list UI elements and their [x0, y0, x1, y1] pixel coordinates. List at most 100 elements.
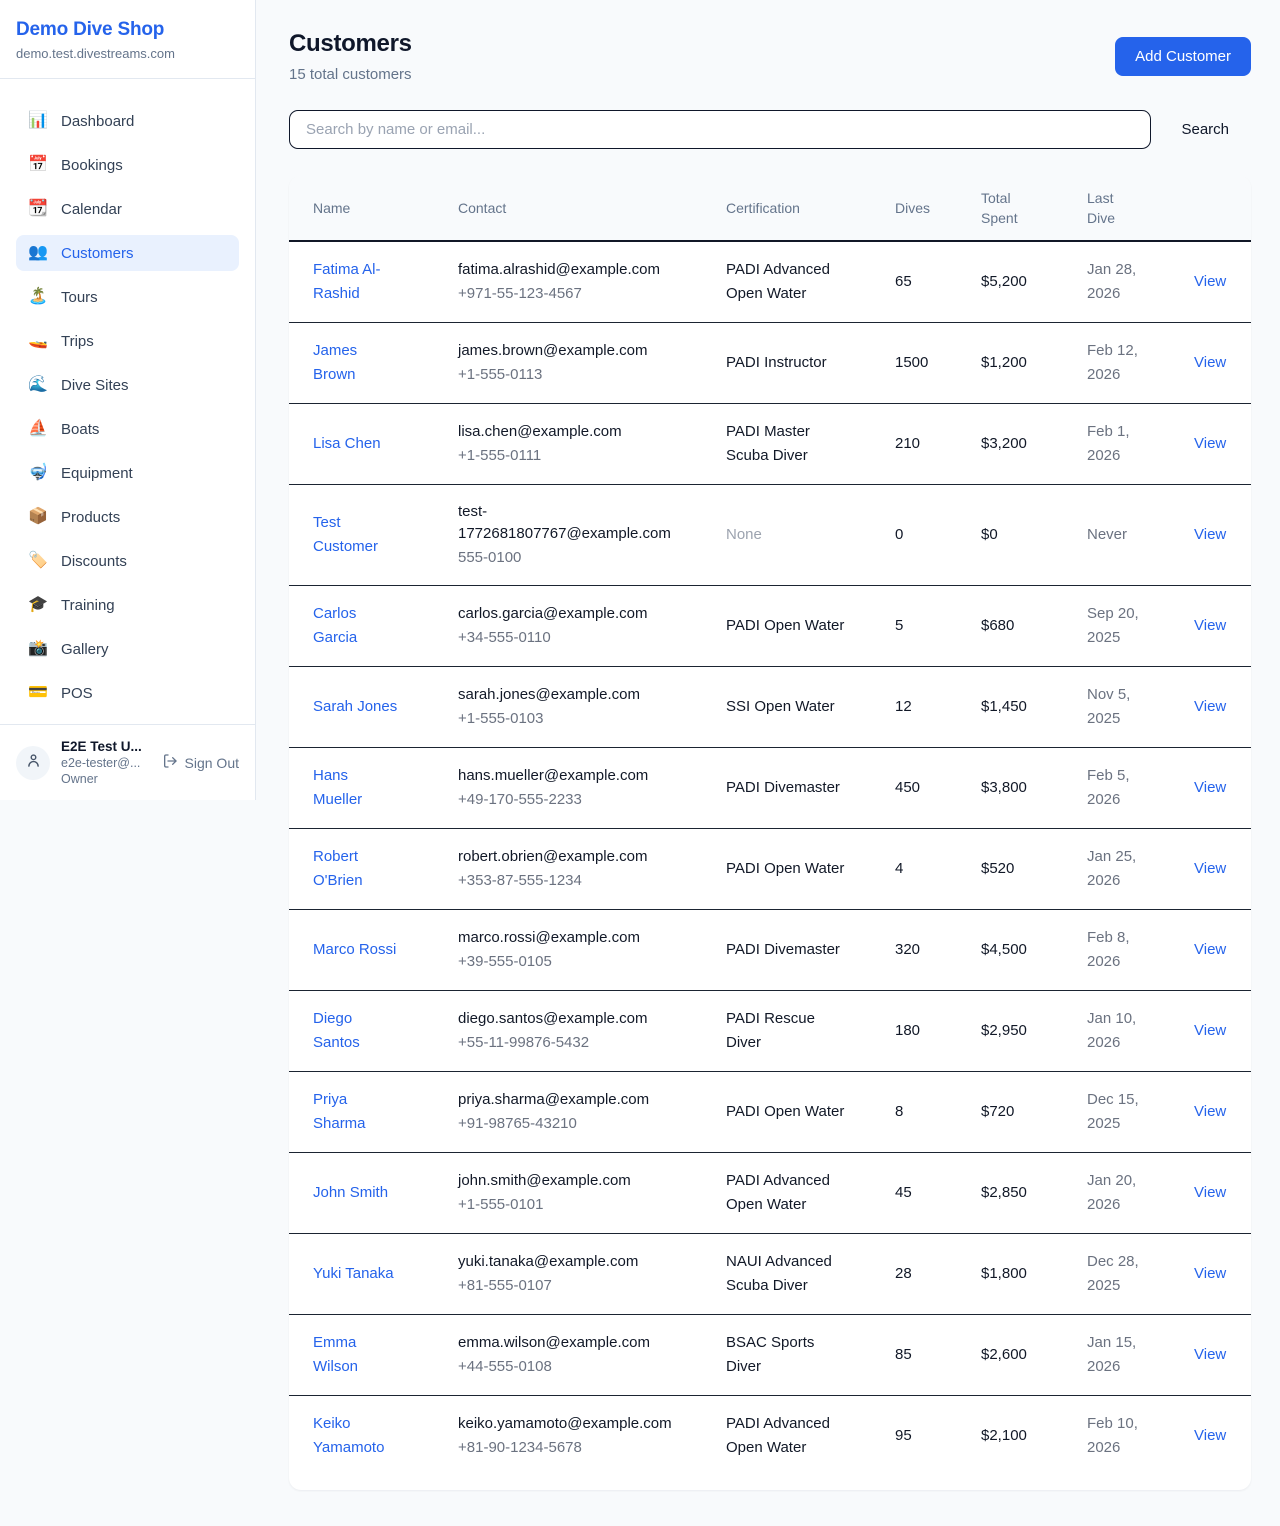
- customer-name-link[interactable]: Diego Santos: [313, 1010, 360, 1051]
- sidebar-item-calendar[interactable]: 📆 Calendar: [16, 191, 239, 227]
- customer-name-link[interactable]: Lisa Chen: [313, 435, 381, 452]
- sidebar-item-tours[interactable]: 🏝️ Tours: [16, 279, 239, 315]
- customer-email: emma.wilson@example.com: [458, 1332, 672, 1354]
- sidebar-item-customers[interactable]: 👥 Customers: [16, 235, 239, 271]
- customer-total-spent: $720: [957, 1072, 1063, 1153]
- sidebar-item-label: Gallery: [61, 641, 109, 658]
- customer-name-link[interactable]: Marco Rossi: [313, 941, 396, 958]
- gallery-icon: 📸: [28, 641, 48, 657]
- view-link[interactable]: View: [1194, 1022, 1226, 1039]
- view-link[interactable]: View: [1194, 1346, 1226, 1363]
- sidebar-item-pos[interactable]: 💳 POS: [16, 675, 239, 711]
- page-title: Customers: [289, 30, 412, 58]
- view-link[interactable]: View: [1194, 1265, 1226, 1282]
- customer-dives: 0: [871, 485, 957, 586]
- customer-name-link[interactable]: Sarah Jones: [313, 698, 397, 715]
- view-link[interactable]: View: [1194, 1103, 1226, 1120]
- customer-name-link[interactable]: Emma Wilson: [313, 1334, 358, 1375]
- view-link[interactable]: View: [1194, 698, 1226, 715]
- table-row: Keiko Yamamoto keiko.yamamoto@example.co…: [289, 1396, 1251, 1477]
- customer-phone: +55-11-99876-5432: [458, 1032, 672, 1054]
- customer-total-spent: $2,950: [957, 991, 1063, 1072]
- discounts-icon: 🏷️: [28, 553, 48, 569]
- customer-phone: +353-87-555-1234: [458, 870, 672, 892]
- sidebar-item-dive-sites[interactable]: 🌊 Dive Sites: [16, 367, 239, 403]
- sidebar-nav: 📊 Dashboard 📅 Bookings 📆 Calendar 👥 Cust…: [0, 79, 255, 719]
- view-link[interactable]: View: [1194, 354, 1226, 371]
- view-link[interactable]: View: [1194, 779, 1226, 796]
- customer-name-link[interactable]: Fatima Al-Rashid: [313, 261, 381, 302]
- customer-name-link[interactable]: Yuki Tanaka: [313, 1265, 394, 1282]
- sidebar-item-dashboard[interactable]: 📊 Dashboard: [16, 103, 239, 139]
- customer-dives: 45: [871, 1153, 957, 1234]
- search-input[interactable]: [289, 110, 1151, 149]
- sign-out-button[interactable]: Sign Out: [162, 753, 239, 772]
- customer-email: marco.rossi@example.com: [458, 927, 672, 949]
- view-link[interactable]: View: [1194, 1184, 1226, 1201]
- sidebar-item-bookings[interactable]: 📅 Bookings: [16, 147, 239, 183]
- customer-certification: PADI Open Water: [702, 829, 871, 910]
- customer-phone: +1-555-0111: [458, 445, 672, 467]
- customer-last-dive: Feb 1, 2026: [1063, 404, 1170, 485]
- table-row: Sarah Jones sarah.jones@example.com +1-5…: [289, 667, 1251, 748]
- sidebar-item-label: Equipment: [61, 465, 133, 482]
- sidebar-item-discounts[interactable]: 🏷️ Discounts: [16, 543, 239, 579]
- view-link[interactable]: View: [1194, 273, 1226, 290]
- customer-phone: +34-555-0110: [458, 627, 672, 649]
- customer-phone: +1-555-0101: [458, 1194, 672, 1216]
- customer-certification: PADI Open Water: [702, 586, 871, 667]
- customer-total-spent: $0: [957, 485, 1063, 586]
- customer-email: hans.mueller@example.com: [458, 765, 672, 787]
- table-row: Hans Mueller hans.mueller@example.com +4…: [289, 748, 1251, 829]
- boats-icon: ⛵: [28, 421, 48, 437]
- column-header-spent: Total Spent: [957, 176, 1063, 241]
- customer-name-link[interactable]: Hans Mueller: [313, 767, 362, 808]
- customer-email: carlos.garcia@example.com: [458, 603, 672, 625]
- sidebar-item-label: POS: [61, 685, 93, 702]
- add-customer-button[interactable]: Add Customer: [1115, 37, 1251, 76]
- customer-total-spent: $3,200: [957, 404, 1063, 485]
- search-button[interactable]: Search: [1159, 111, 1251, 148]
- sidebar-item-trips[interactable]: 🚤 Trips: [16, 323, 239, 359]
- sidebar-item-boats[interactable]: ⛵ Boats: [16, 411, 239, 447]
- customers-table-card: NameContactCertificationDivesTotal Spent…: [289, 176, 1251, 1490]
- sidebar-item-label: Boats: [61, 421, 99, 438]
- sidebar-item-label: Bookings: [61, 157, 123, 174]
- customer-name-link[interactable]: Robert O'Brien: [313, 848, 363, 889]
- customer-total-spent: $1,450: [957, 667, 1063, 748]
- view-link[interactable]: View: [1194, 941, 1226, 958]
- sidebar-item-training[interactable]: 🎓 Training: [16, 587, 239, 623]
- customer-certification: SSI Open Water: [702, 667, 871, 748]
- customers-icon: 👥: [28, 245, 48, 261]
- page-header: Customers 15 total customers Add Custome…: [289, 30, 1251, 83]
- customer-certification: PADI Divemaster: [702, 910, 871, 991]
- customer-name-link[interactable]: James Brown: [313, 342, 357, 383]
- user-name: E2E Test U...: [61, 739, 151, 754]
- main-content: Customers 15 total customers Add Custome…: [256, 0, 1280, 1526]
- view-link[interactable]: View: [1194, 526, 1226, 543]
- customer-email: lisa.chen@example.com: [458, 421, 672, 443]
- table-header-row: NameContactCertificationDivesTotal Spent…: [289, 176, 1251, 241]
- sidebar-item-gallery[interactable]: 📸 Gallery: [16, 631, 239, 667]
- view-link[interactable]: View: [1194, 617, 1226, 634]
- customer-last-dive: Feb 12, 2026: [1063, 323, 1170, 404]
- customer-certification: PADI Rescue Diver: [702, 991, 871, 1072]
- sidebar-item-label: Tours: [61, 289, 98, 306]
- customer-name-link[interactable]: Priya Sharma: [313, 1091, 366, 1132]
- view-link[interactable]: View: [1194, 1427, 1226, 1444]
- sidebar-item-products[interactable]: 📦 Products: [16, 499, 239, 535]
- tours-icon: 🏝️: [28, 289, 48, 305]
- sidebar-item-label: Products: [61, 509, 120, 526]
- view-link[interactable]: View: [1194, 860, 1226, 877]
- customer-name-link[interactable]: Carlos Garcia: [313, 605, 357, 646]
- customer-phone: +1-555-0103: [458, 708, 672, 730]
- customer-name-link[interactable]: Keiko Yamamoto: [313, 1415, 384, 1456]
- table-row: Lisa Chen lisa.chen@example.com +1-555-0…: [289, 404, 1251, 485]
- customer-last-dive: Jan 10, 2026: [1063, 991, 1170, 1072]
- customer-certification: NAUI Advanced Scuba Diver: [702, 1234, 871, 1315]
- customer-name-link[interactable]: Test Customer: [313, 514, 378, 555]
- customer-name-link[interactable]: John Smith: [313, 1184, 388, 1201]
- equipment-icon: 🤿: [28, 465, 48, 481]
- view-link[interactable]: View: [1194, 435, 1226, 452]
- sidebar-item-equipment[interactable]: 🤿 Equipment: [16, 455, 239, 491]
